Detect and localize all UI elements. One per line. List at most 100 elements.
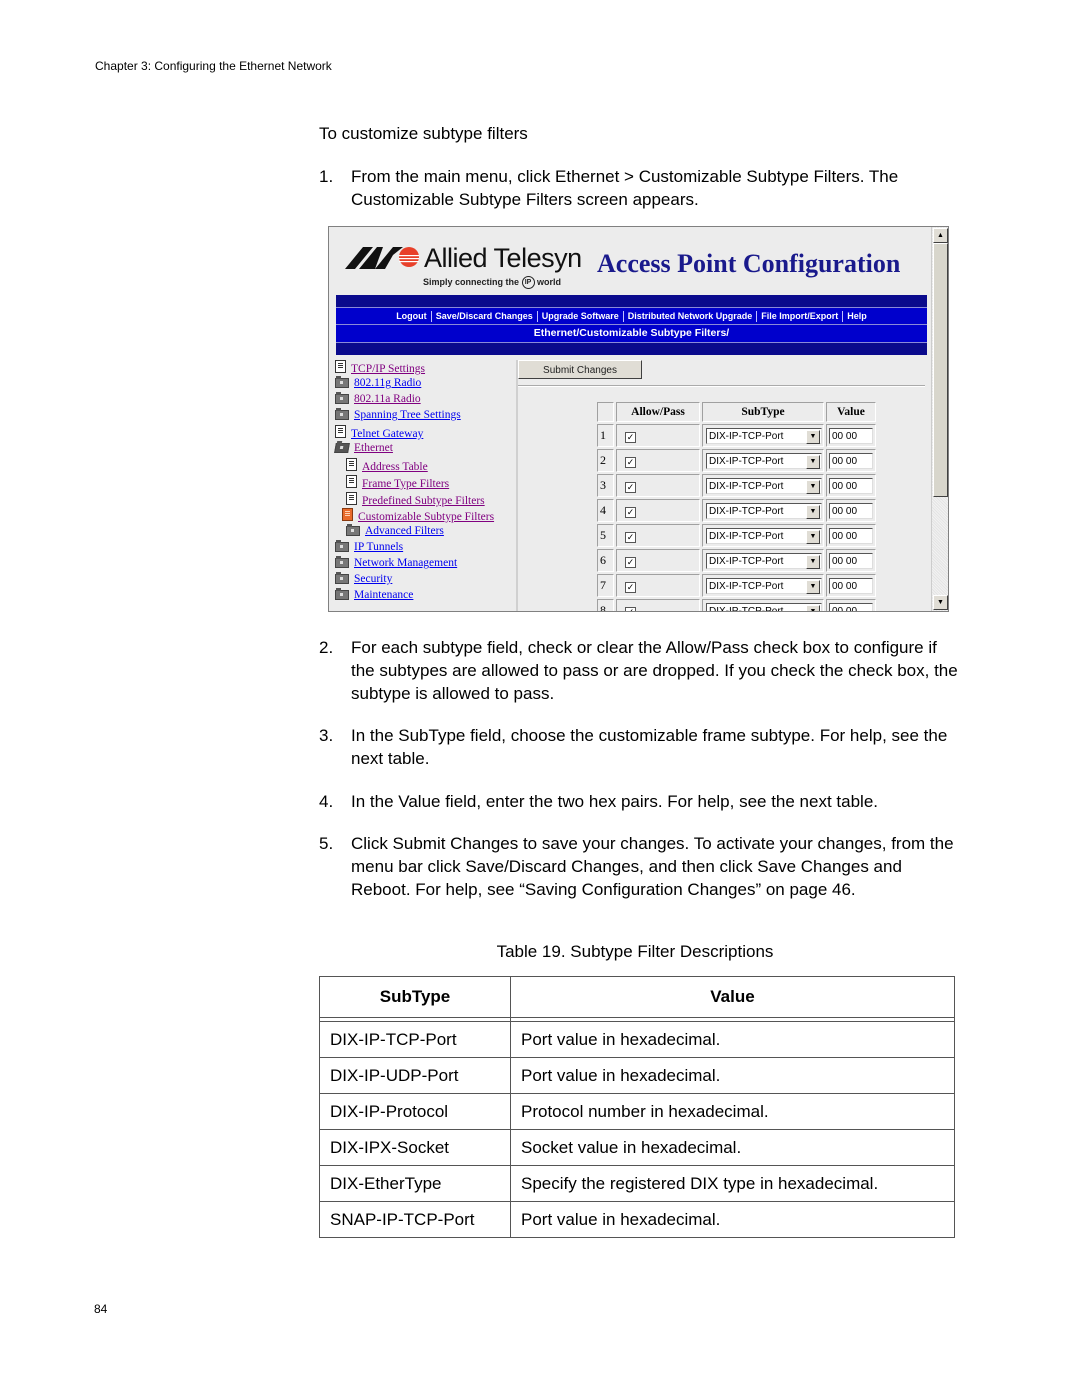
content-pane: Submit Changes Allow/Pass SubType Value … — [518, 360, 930, 612]
nav-link[interactable]: Maintenance — [354, 589, 413, 601]
nav-link[interactable]: Telnet Gateway — [351, 428, 423, 440]
document-icon — [346, 475, 357, 488]
menu-bar: Logout Save/Discard Changes Upgrade Softwa… — [336, 307, 927, 325]
scrollbar-thumb[interactable] — [933, 243, 948, 497]
menu-item-upgrade-software[interactable]: Upgrade Software — [542, 311, 619, 321]
nav-item-network-management[interactable]: Network Management — [335, 556, 457, 570]
nav-item-spanning-tree[interactable]: Spanning Tree Settings — [335, 408, 461, 422]
step-5: 5. Click Submit Changes to save your cha… — [319, 832, 959, 901]
nav-link[interactable]: Frame Type Filters — [362, 478, 449, 490]
dropdown-arrow-icon[interactable]: ▼ — [806, 429, 820, 444]
subtype-select[interactable]: DIX-IP-TCP-Port ▼ — [706, 502, 822, 519]
dropdown-arrow-icon[interactable]: ▼ — [806, 554, 820, 569]
allow-pass-cell: ✓ — [616, 574, 700, 597]
value-input[interactable]: 00 00 — [829, 602, 873, 611]
nav-link[interactable]: Spanning Tree Settings — [354, 409, 461, 421]
nav-item-80211a-radio[interactable]: 802.11a Radio — [335, 392, 421, 406]
dropdown-arrow-icon[interactable]: ▼ — [806, 529, 820, 544]
subtype-select[interactable]: DIX-IP-TCP-Port ▼ — [706, 552, 822, 569]
nav-link[interactable]: IP Tunnels — [354, 541, 403, 553]
nav-item-80211g-radio[interactable]: 802.11g Radio — [335, 376, 421, 390]
value-input[interactable]: 00 00 — [829, 477, 873, 494]
allow-pass-checkbox[interactable]: ✓ — [625, 581, 636, 593]
nav-link[interactable]: 802.11a Radio — [354, 393, 421, 405]
nav-link[interactable]: Predefined Subtype Filters — [362, 495, 485, 507]
menu-item-logout[interactable]: Logout — [396, 311, 427, 321]
nav-item-frame-type-filters[interactable]: Frame Type Filters — [346, 475, 449, 490]
value-input[interactable]: 00 00 — [829, 452, 873, 469]
scroll-up-arrow-icon[interactable]: ▲ — [933, 228, 948, 243]
nav-link[interactable]: Advanced Filters — [365, 525, 444, 537]
nav-item-address-table[interactable]: Address Table — [346, 458, 428, 473]
tagline-text: world — [537, 276, 562, 287]
nav-item-customizable-subtype-filters[interactable]: Customizable Subtype Filters — [342, 508, 494, 523]
submit-changes-button[interactable]: Submit Changes — [518, 360, 642, 379]
nav-item-ethernet[interactable]: Ethernet — [334, 441, 393, 455]
nav-link[interactable]: Customizable Subtype Filters — [358, 511, 494, 523]
nav-link[interactable]: Address Table — [362, 461, 428, 473]
subtype-selected-value: DIX-IP-TCP-Port — [709, 455, 784, 467]
nav-item-telnet-gateway[interactable]: Telnet Gateway — [335, 425, 423, 440]
table-row: SNAP-IP-TCP-Port Port value in hexadecima… — [319, 1201, 955, 1238]
allow-pass-checkbox[interactable]: ✓ — [625, 531, 636, 543]
nav-link[interactable]: 802.11g Radio — [354, 377, 421, 389]
step-1: 1. From the main menu, click Ethernet > … — [319, 165, 959, 211]
allow-pass-checkbox[interactable]: ✓ — [625, 481, 636, 493]
allow-pass-checkbox[interactable]: ✓ — [625, 606, 636, 611]
vertical-scrollbar[interactable]: ▲ ▼ — [931, 227, 948, 611]
document-icon — [335, 360, 346, 373]
menu-item-distributed-upgrade[interactable]: Distributed Network Upgrade — [628, 311, 753, 321]
allow-pass-checkbox[interactable]: ✓ — [625, 556, 636, 568]
nav-link[interactable]: Security — [354, 573, 392, 585]
allow-pass-checkbox[interactable]: ✓ — [625, 506, 636, 518]
nav-item-tcp-ip-settings[interactable]: TCP/IP Settings — [335, 360, 425, 375]
nav-item-ip-tunnels[interactable]: IP Tunnels — [335, 540, 403, 554]
menu-item-save-discard[interactable]: Save/Discard Changes — [436, 311, 533, 321]
value-input[interactable]: 00 00 — [829, 502, 873, 519]
subtype-select[interactable]: DIX-IP-TCP-Port ▼ — [706, 452, 822, 469]
dropdown-arrow-icon[interactable]: ▼ — [806, 604, 820, 611]
dropdown-arrow-icon[interactable]: ▼ — [806, 579, 820, 594]
subtype-cell: DIX-EtherType — [319, 1165, 511, 1202]
app-title: Access Point Configuration — [597, 249, 901, 278]
subtype-cell: DIX-IP-TCP-Port ▼ — [702, 549, 824, 572]
subtype-select[interactable]: DIX-IP-TCP-Port ▼ — [706, 427, 822, 444]
column-header-allow-pass: Allow/Pass — [616, 402, 700, 422]
dropdown-arrow-icon[interactable]: ▼ — [806, 454, 820, 469]
folder-icon — [335, 392, 349, 404]
value-input[interactable]: 00 00 — [829, 527, 873, 544]
dropdown-arrow-icon[interactable]: ▼ — [806, 479, 820, 494]
document-icon — [346, 492, 357, 505]
nav-link[interactable]: Network Management — [354, 557, 457, 569]
subtype-selected-value: DIX-IP-TCP-Port — [709, 480, 784, 492]
dropdown-arrow-icon[interactable]: ▼ — [806, 504, 820, 519]
allow-pass-cell: ✓ — [616, 474, 700, 497]
step-4: 4. In the Value field, enter the two hex… — [319, 790, 979, 813]
subtype-select[interactable]: DIX-IP-TCP-Port ▼ — [706, 477, 822, 494]
nav-item-maintenance[interactable]: Maintenance — [335, 588, 413, 602]
breadcrumb: Ethernet/Customizable Subtype Filters/ — [336, 324, 927, 343]
nav-item-security[interactable]: Security — [335, 572, 392, 586]
value-input[interactable]: 00 00 — [829, 552, 873, 569]
nav-link[interactable]: TCP/IP Settings — [351, 363, 425, 375]
value-cell: 00 00 — [826, 524, 876, 547]
menu-item-help[interactable]: Help — [847, 311, 867, 321]
nav-link[interactable]: Ethernet — [354, 442, 393, 454]
subtype-select[interactable]: DIX-IP-TCP-Port ▼ — [706, 527, 822, 544]
allow-pass-checkbox[interactable]: ✓ — [625, 431, 636, 443]
column-header-subtype: SubType — [702, 402, 824, 422]
value-input[interactable]: 00 00 — [829, 577, 873, 594]
page-number: 84 — [94, 1302, 108, 1316]
nav-item-advanced-filters[interactable]: Advanced Filters — [346, 524, 444, 538]
value-cell: 00 00 — [826, 474, 876, 497]
divider — [518, 385, 925, 387]
subtype-select[interactable]: DIX-IP-TCP-Port ▼ — [706, 577, 822, 594]
scroll-down-arrow-icon[interactable]: ▼ — [933, 595, 948, 610]
nav-item-predefined-subtype-filters[interactable]: Predefined Subtype Filters — [346, 492, 485, 507]
menu-item-file-import-export[interactable]: File Import/Export — [761, 311, 838, 321]
subtype-select[interactable]: DIX-IP-TCP-Port ▼ — [706, 602, 822, 612]
subtype-selected-value: DIX-IP-TCP-Port — [709, 605, 784, 612]
folder-icon — [335, 556, 349, 568]
allow-pass-checkbox[interactable]: ✓ — [625, 456, 636, 468]
value-input[interactable]: 00 00 — [829, 427, 873, 444]
